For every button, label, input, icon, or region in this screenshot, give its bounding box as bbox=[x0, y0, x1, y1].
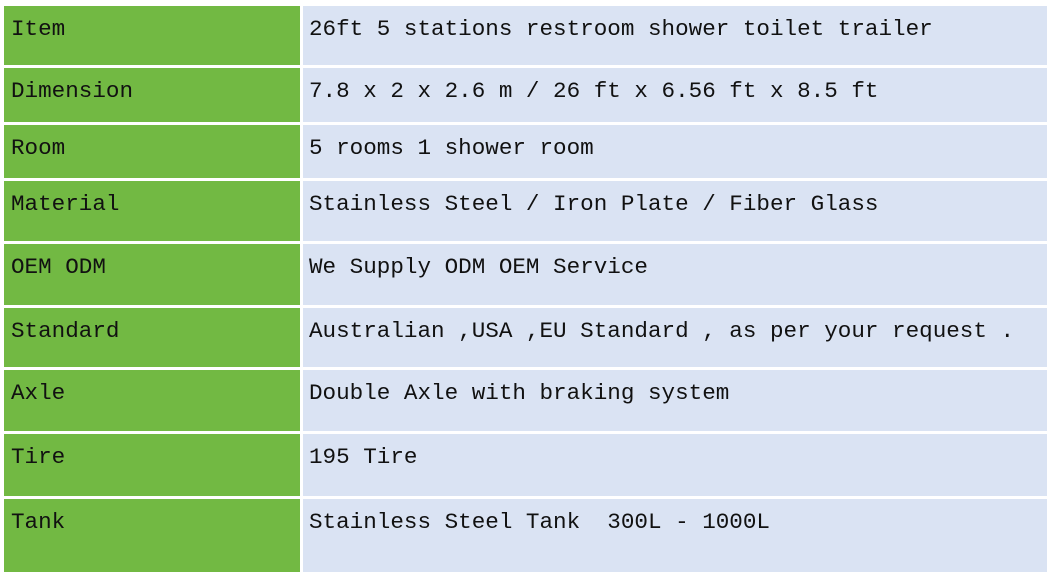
row-label: Tank bbox=[4, 499, 300, 572]
row-label: Item bbox=[4, 6, 300, 65]
row-value: Double Axle with braking system bbox=[303, 370, 1047, 431]
table-row: Tank Stainless Steel Tank 300L - 1000L bbox=[4, 499, 1047, 572]
row-label: Tire bbox=[4, 434, 300, 496]
table-row: Material Stainless Steel / Iron Plate / F… bbox=[4, 181, 1047, 241]
row-label: Room bbox=[4, 125, 300, 178]
row-value: 7.8 x 2 x 2.6 m / 26 ft x 6.56 ft x 8.5 … bbox=[303, 68, 1047, 122]
table-row: Item 26ft 5 stations restroom shower toil… bbox=[4, 6, 1047, 65]
row-value: Australian ,USA ,EU Standard , as per yo… bbox=[303, 308, 1047, 367]
row-value: 26ft 5 stations restroom shower toilet t… bbox=[303, 6, 1047, 65]
table-row: Standard Australian ,USA ,EU Standard , a… bbox=[4, 308, 1047, 367]
row-label: Standard bbox=[4, 308, 300, 367]
spec-table: Item 26ft 5 stations restroom shower toil… bbox=[4, 6, 1047, 575]
row-value: Stainless Steel / Iron Plate / Fiber Gla… bbox=[303, 181, 1047, 241]
table-row: OEM ODM We Supply ODM OEM Service bbox=[4, 244, 1047, 305]
table-row: Tire 195 Tire bbox=[4, 434, 1047, 496]
table-row: Room 5 rooms 1 shower room bbox=[4, 125, 1047, 178]
row-label: Dimension bbox=[4, 68, 300, 122]
table-row: Axle Double Axle with braking system bbox=[4, 370, 1047, 431]
row-value: 5 rooms 1 shower room bbox=[303, 125, 1047, 178]
row-value: Stainless Steel Tank 300L - 1000L bbox=[303, 499, 1047, 572]
row-value: We Supply ODM OEM Service bbox=[303, 244, 1047, 305]
row-label: Material bbox=[4, 181, 300, 241]
row-label: Axle bbox=[4, 370, 300, 431]
row-label: OEM ODM bbox=[4, 244, 300, 305]
table-row: Dimension 7.8 x 2 x 2.6 m / 26 ft x 6.56 … bbox=[4, 68, 1047, 122]
row-value: 195 Tire bbox=[303, 434, 1047, 496]
